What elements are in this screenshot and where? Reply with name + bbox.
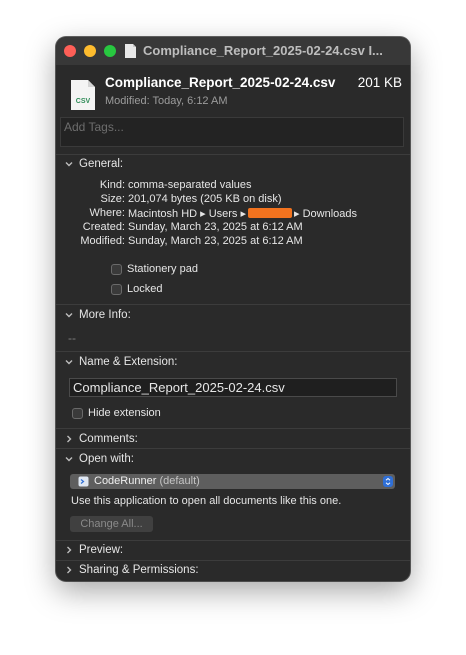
open-with-select[interactable]: CodeRunner (default) (70, 474, 395, 489)
chevron-down-icon[interactable] (64, 454, 74, 464)
title-bar[interactable]: Compliance_Report_2025-02-24.csv I... (56, 37, 410, 65)
hide-extension-label: Hide extension (88, 407, 161, 419)
section-comments-label: Comments: (79, 433, 138, 445)
section-sharing-label: Sharing & Permissions: (79, 564, 199, 576)
window-title: Compliance_Report_2025-02-24.csv I... (143, 43, 383, 58)
divider (56, 448, 410, 449)
tags-field[interactable]: Add Tags... (60, 117, 404, 147)
document-icon (125, 44, 136, 58)
info-row-kind: Kind: comma-separated values (56, 179, 410, 193)
change-all-button[interactable]: Change All... (70, 516, 153, 532)
zoom-button[interactable] (104, 45, 116, 57)
chevron-right-icon[interactable] (64, 545, 74, 555)
more-info-value: -- (68, 331, 76, 345)
chevron-down-icon[interactable] (64, 357, 74, 367)
checkbox-box[interactable] (111, 283, 122, 295)
where-value: Macintosh HD ▸ Users ▸ ▸ Downloads (128, 207, 357, 220)
locked-label: Locked (127, 283, 163, 295)
get-info-window: Compliance_Report_2025-02-24.csv I... CS… (56, 37, 410, 581)
divider (56, 428, 410, 429)
divider (56, 304, 410, 305)
divider (56, 540, 410, 541)
chevron-right-icon[interactable] (64, 565, 74, 575)
app-default-suffix: (default) (159, 475, 200, 487)
file-size: 201 KB (357, 75, 402, 90)
created-value: Sunday, March 23, 2025 at 6:12 AM (128, 221, 303, 233)
modified-value: Sunday, March 23, 2025 at 6:12 AM (128, 235, 303, 247)
info-row-where: Where: Macintosh HD ▸ Users ▸ ▸ Downloads (56, 207, 410, 221)
csv-file-icon: CSV (71, 80, 95, 110)
file-name-input[interactable]: Compliance_Report_2025-02-24.csv (69, 378, 397, 397)
stationery-pad-checkbox[interactable]: Stationery pad (111, 263, 198, 275)
stationery-pad-label: Stationery pad (127, 263, 198, 275)
section-name-extension-label: Name & Extension: (79, 356, 178, 368)
divider (56, 351, 410, 352)
app-name: CodeRunner (94, 475, 157, 487)
chevron-down-icon[interactable] (64, 159, 74, 169)
file-modified-date: Modified: Today, 6:12 AM (105, 95, 228, 107)
where-path-end: ▸ Downloads (294, 208, 358, 220)
chevron-right-icon[interactable] (64, 434, 74, 444)
section-more-info-header[interactable]: More Info: (64, 309, 131, 321)
close-button[interactable] (64, 45, 76, 57)
section-sharing-header[interactable]: Sharing & Permissions: (64, 564, 199, 576)
hide-extension-checkbox[interactable]: Hide extension (72, 407, 161, 419)
open-with-description: Use this application to open all documen… (71, 495, 342, 507)
section-comments-header[interactable]: Comments: (64, 433, 138, 445)
modified-label: Modified: (80, 235, 125, 247)
info-row-modified: Modified: Sunday, March 23, 2025 at 6:12… (56, 235, 410, 249)
section-name-extension-header[interactable]: Name & Extension: (64, 356, 177, 368)
section-general-header[interactable]: General: (64, 158, 123, 170)
file-header: CSV Compliance_Report_2025-02-24.csv 201… (56, 65, 410, 117)
select-arrows-icon[interactable] (383, 476, 393, 487)
checkbox-box[interactable] (111, 263, 122, 275)
checkbox-box[interactable] (72, 407, 83, 419)
size-label: Size: (100, 193, 125, 205)
redacted-username (248, 208, 293, 218)
divider (56, 154, 410, 155)
csv-icon-label: CSV (76, 98, 91, 105)
coderunner-app-icon (78, 476, 89, 487)
section-open-with-header[interactable]: Open with: (64, 453, 134, 465)
created-label: Created: (82, 221, 125, 233)
chevron-down-icon[interactable] (64, 310, 74, 320)
info-row-size: Size: 201,074 bytes (205 KB on disk) (56, 193, 410, 207)
selected-app: CodeRunner (default) (94, 474, 200, 489)
file-name: Compliance_Report_2025-02-24.csv (105, 75, 336, 90)
divider (56, 560, 410, 561)
where-label: Where: (89, 207, 125, 219)
section-open-with-label: Open with: (79, 453, 134, 465)
kind-label: Kind: (99, 179, 125, 191)
info-row-created: Created: Sunday, March 23, 2025 at 6:12 … (56, 221, 410, 235)
kind-value: comma-separated values (128, 179, 252, 191)
section-general-label: General: (79, 158, 124, 170)
section-preview-header[interactable]: Preview: (64, 544, 123, 556)
section-more-info-label: More Info: (79, 309, 131, 321)
section-preview-label: Preview: (79, 544, 124, 556)
where-path-start: Macintosh HD ▸ Users ▸ (128, 208, 247, 220)
size-value: 201,074 bytes (205 KB on disk) (128, 193, 282, 205)
locked-checkbox[interactable]: Locked (111, 283, 162, 295)
minimize-button[interactable] (84, 45, 96, 57)
